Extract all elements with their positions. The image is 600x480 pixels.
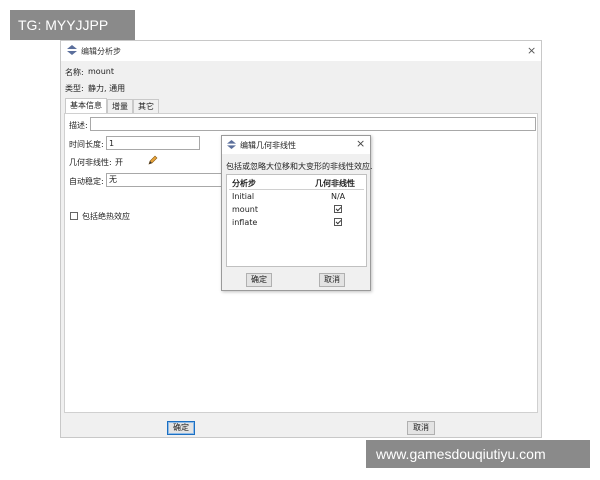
nlgeom-dialog-titlebar: 编辑几何非线性 × bbox=[222, 136, 370, 154]
tab-incrementation[interactable]: 增量 bbox=[107, 99, 133, 113]
adiabatic-checkbox[interactable] bbox=[70, 212, 78, 220]
ok-button[interactable]: 确定 bbox=[167, 421, 195, 435]
nlgeom-description: 包括或忽略大位移和大变形的非线性效应. bbox=[226, 162, 373, 171]
type-label: 类型: bbox=[65, 84, 84, 93]
nlgeom-label: 几何非线性: bbox=[69, 158, 112, 167]
stabilization-value: 无 bbox=[109, 175, 117, 184]
table-row-value: N/A bbox=[331, 192, 346, 201]
table-row-step: inflate bbox=[232, 218, 258, 227]
tab-basic[interactable]: 基本信息 bbox=[65, 98, 107, 114]
time-period-input[interactable] bbox=[106, 136, 200, 150]
nlgeom-dialog-title: 编辑几何非线性 bbox=[240, 141, 296, 150]
edit-nlgeom-dialog: 编辑几何非线性 × 包括或忽略大位移和大变形的非线性效应. 分析步 几何非线性 … bbox=[221, 135, 373, 291]
dialog-title: 编辑分析步 bbox=[81, 47, 121, 56]
close-icon[interactable]: × bbox=[356, 137, 365, 150]
abaqus-step-icon bbox=[227, 140, 236, 149]
stabilization-select[interactable]: 无 bbox=[106, 173, 226, 187]
close-icon[interactable]: × bbox=[527, 44, 536, 57]
description-label: 描述: bbox=[69, 121, 88, 130]
step-type-value: 静力, 通用 bbox=[88, 84, 126, 93]
time-period-label: 时间长度: bbox=[69, 140, 104, 149]
step-name-value: mount bbox=[88, 67, 114, 76]
pencil-icon[interactable] bbox=[148, 155, 158, 165]
nlgeom-value: 开 bbox=[115, 158, 123, 167]
watermark-bottom-right: www.gamesdouqiutiyu.com bbox=[366, 440, 590, 468]
nlgeom-checkbox-inflate[interactable] bbox=[334, 218, 342, 226]
table-row-step: mount bbox=[232, 205, 258, 214]
ok-button[interactable]: 确定 bbox=[246, 273, 272, 287]
column-header-step: 分析步 bbox=[232, 179, 256, 188]
nlgeom-table: 分析步 几何非线性 Initial N/A mount inflate bbox=[226, 174, 367, 267]
table-row-step: Initial bbox=[232, 192, 255, 201]
watermark-top-left: TG: MYYJJPP bbox=[10, 10, 135, 40]
column-header-nlgeom: 几何非线性 bbox=[315, 179, 355, 188]
abaqus-step-icon bbox=[67, 45, 77, 55]
cancel-button[interactable]: 取消 bbox=[407, 421, 435, 435]
nlgeom-checkbox-mount[interactable] bbox=[334, 205, 342, 213]
dialog-titlebar: 编辑分析步 × bbox=[61, 41, 541, 61]
adiabatic-label: 包括绝热效应 bbox=[82, 212, 130, 221]
description-input[interactable] bbox=[90, 117, 536, 131]
header-divider bbox=[229, 189, 364, 190]
name-label: 名称: bbox=[65, 68, 84, 77]
cancel-button[interactable]: 取消 bbox=[319, 273, 345, 287]
tab-other[interactable]: 其它 bbox=[133, 99, 159, 113]
stabilization-label: 自动稳定: bbox=[69, 177, 104, 186]
